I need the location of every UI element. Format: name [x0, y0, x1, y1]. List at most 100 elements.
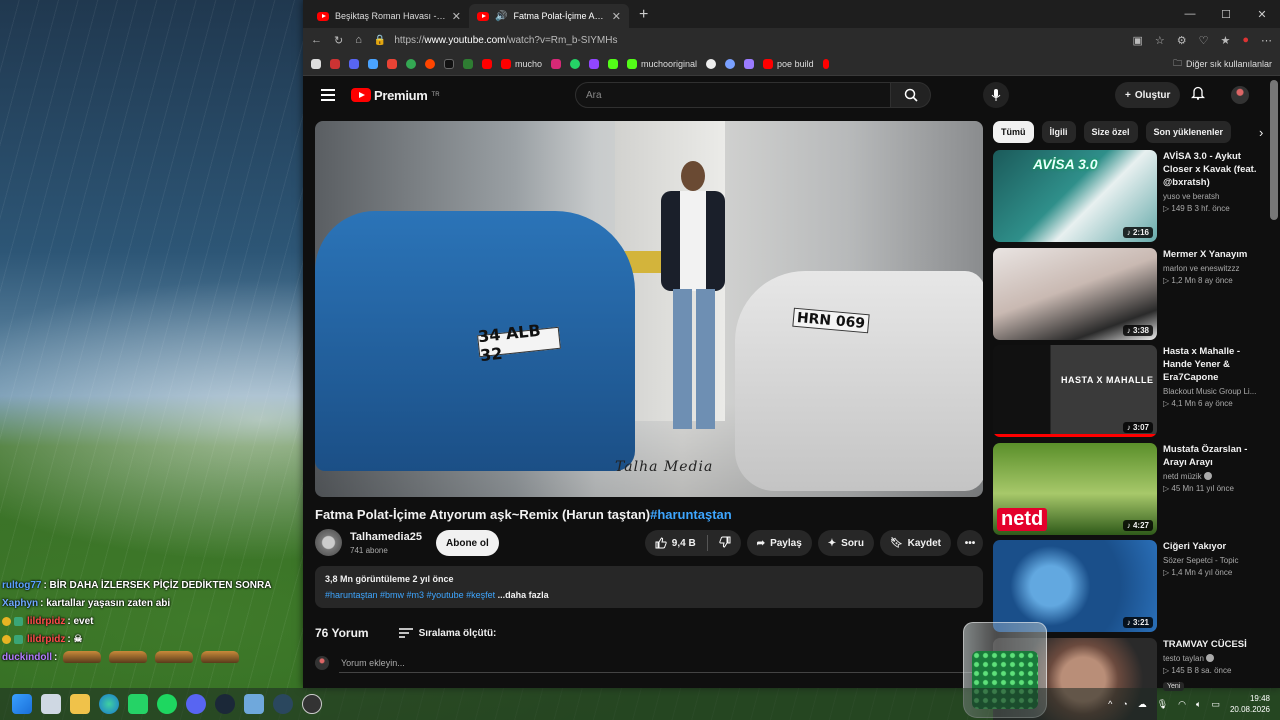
- whatsapp-icon[interactable]: [128, 694, 148, 714]
- clock[interactable]: 19:48 20.08.2026: [1230, 693, 1270, 715]
- like-button[interactable]: 9,4 B: [655, 537, 696, 549]
- split-view-icon[interactable]: ▣: [1132, 34, 1142, 47]
- video-thumbnail[interactable]: ♪ 3:21: [993, 540, 1157, 632]
- bookmark-icon[interactable]: [330, 58, 340, 69]
- new-tab-button[interactable]: +: [629, 6, 658, 28]
- chip-all[interactable]: Tümü: [993, 121, 1034, 143]
- steam-icon[interactable]: [273, 694, 293, 714]
- chat-username[interactable]: Xaphyn: [2, 598, 38, 609]
- close-tab-icon[interactable]: ✕: [452, 10, 461, 23]
- related-channel-name[interactable]: testo taylan: [1163, 653, 1259, 663]
- speaker-icon[interactable]: 🔊: [495, 11, 507, 22]
- windows-start-icon[interactable]: [12, 694, 32, 714]
- twitch-icon[interactable]: [589, 58, 600, 69]
- reload-icon[interactable]: ↻: [334, 34, 343, 47]
- related-video-item[interactable]: ♪ 3:38 Mermer X Yanayım marlon ve eneswitz…: [993, 247, 1259, 346]
- favorite-star-icon[interactable]: ☆: [1155, 34, 1165, 47]
- related-video-title[interactable]: Hasta x Mahalle - Hande Yener & Era7Capo…: [1163, 345, 1259, 384]
- chip-recent[interactable]: Son yüklenenler: [1145, 121, 1232, 143]
- page-scrollbar[interactable]: [1270, 80, 1278, 220]
- bookmark-icon[interactable]: [706, 58, 717, 69]
- show-more-link[interactable]: ...daha fazla: [498, 590, 549, 600]
- bookmark-icon[interactable]: [368, 58, 378, 69]
- related-video-title[interactable]: Ciğeri Yakıyor: [1163, 540, 1259, 553]
- chevron-right-icon[interactable]: ›: [1259, 125, 1263, 140]
- chevron-up-icon[interactable]: ^: [1108, 699, 1112, 709]
- bookmark-icon[interactable]: [311, 58, 321, 69]
- bookmark-icon[interactable]: [744, 58, 755, 69]
- steam-icon[interactable]: [215, 694, 235, 714]
- bookmark-icon[interactable]: [463, 58, 473, 69]
- related-video-item[interactable]: AVİSA 3.0 ♪ 2:16 AVİSA 3.0 - Aykut Closer …: [993, 150, 1257, 248]
- voice-search-button[interactable]: [983, 82, 1009, 108]
- speaker-tray-icon[interactable]: 🔈︎: [1196, 699, 1201, 710]
- chat-username[interactable]: rultog77: [2, 580, 41, 591]
- favorites-icon[interactable]: ★: [1220, 34, 1230, 47]
- related-video-title[interactable]: TRAMVAY CÜCESİ: [1163, 638, 1259, 651]
- add-comment-input[interactable]: Yorum ekleyin...: [341, 658, 405, 668]
- extensions-icon[interactable]: ⚙: [1177, 34, 1187, 47]
- related-video-item[interactable]: netd ♪ 4:27 Mustafa Özarslan - Arayı Arayı…: [993, 442, 1259, 541]
- related-video-item[interactable]: HASTA X MAHALLE ♪ 3:07 Hasta x Mahalle - H…: [993, 345, 1257, 443]
- browser-essentials-icon[interactable]: ♡: [1199, 34, 1209, 47]
- related-channel-name[interactable]: yuso ve beratsh: [1163, 192, 1259, 201]
- notifications-bell-icon[interactable]: [1190, 85, 1206, 105]
- close-tab-icon[interactable]: ✕: [612, 10, 621, 23]
- menu-icon[interactable]: ⋯: [1261, 34, 1272, 47]
- related-channel-name[interactable]: netd müzik: [1163, 471, 1259, 481]
- save-button[interactable]: 🔖︎ Kaydet: [879, 530, 951, 556]
- x-icon[interactable]: [444, 58, 454, 69]
- profile-icon[interactable]: ●: [1242, 34, 1249, 46]
- network-app-icon[interactable]: [244, 694, 264, 714]
- share-button[interactable]: ➦ Paylaş: [746, 530, 812, 556]
- bookmark-icon[interactable]: [822, 58, 829, 69]
- menu-hamburger-icon[interactable]: [321, 86, 335, 104]
- chat-username[interactable]: lildrpidz: [27, 616, 65, 627]
- reddit-icon[interactable]: [425, 58, 435, 69]
- sort-comments-button[interactable]: Sıralama ölçütü:: [398, 628, 496, 639]
- whatsapp-icon[interactable]: [570, 58, 581, 69]
- home-icon[interactable]: ⌂: [355, 34, 362, 46]
- obs-icon[interactable]: [302, 694, 322, 714]
- edge-icon[interactable]: [99, 694, 119, 714]
- description-box[interactable]: 3,8 Mn görüntüleme 2 yıl önce #haruntaşt…: [315, 566, 983, 608]
- chat-username[interactable]: duckindoll: [2, 652, 52, 663]
- minimize-button[interactable]: —: [1172, 0, 1208, 28]
- bookmark-poe-build[interactable]: poe build: [763, 58, 814, 69]
- network-icon[interactable]: ◔: [1122, 699, 1127, 709]
- related-video-title[interactable]: AVİSA 3.0 - Aykut Closer x Kavak (feat. …: [1163, 150, 1259, 189]
- account-avatar[interactable]: [1231, 86, 1249, 104]
- search-input[interactable]: Ara: [575, 82, 891, 108]
- bookmark-icon[interactable]: [725, 58, 736, 69]
- channel-name[interactable]: Talhamedia25: [350, 531, 422, 543]
- tab-besiktas[interactable]: Beşiktaş Roman Havası - YouTube ✕: [309, 4, 469, 28]
- title-hashtag-link[interactable]: #haruntaştan: [650, 507, 732, 522]
- battery-icon[interactable]: ▭: [1211, 699, 1220, 710]
- related-channel-name[interactable]: Blackout Music Group Li...: [1163, 387, 1259, 396]
- video-thumbnail[interactable]: AVİSA 3.0 ♪ 2:16: [993, 150, 1157, 242]
- youtube-premium-logo[interactable]: Premium TR: [351, 88, 440, 103]
- kick-icon[interactable]: [608, 58, 619, 69]
- video-thumbnail[interactable]: netd ♪ 4:27: [993, 442, 1157, 535]
- related-channel-name[interactable]: marlon ve eneswitzzz: [1163, 264, 1259, 273]
- maximize-button[interactable]: ☐: [1208, 0, 1244, 28]
- file-explorer-icon[interactable]: [70, 694, 90, 714]
- discord-icon[interactable]: [186, 694, 206, 714]
- gmail-icon[interactable]: [387, 58, 397, 69]
- channel-avatar[interactable]: [315, 529, 342, 556]
- back-icon[interactable]: ←: [311, 34, 322, 46]
- video-player[interactable]: 34 ALB 32 HRN 069 Talha Media: [315, 121, 983, 497]
- related-video-title[interactable]: Mermer X Yanayım: [1163, 248, 1259, 261]
- bookmark-muchooriginal[interactable]: muchooriginal: [627, 58, 697, 69]
- search-button[interactable]: [891, 82, 931, 108]
- subscribe-button[interactable]: Abone ol: [436, 530, 499, 556]
- spotify-icon[interactable]: [157, 694, 177, 714]
- ask-button[interactable]: ✦ Soru: [817, 530, 874, 556]
- create-button[interactable]: + Oluştur: [1115, 82, 1181, 108]
- taskview-icon[interactable]: [41, 694, 61, 714]
- chip-related[interactable]: İlgili: [1041, 121, 1076, 143]
- video-thumbnail[interactable]: ♪ 3:38: [993, 247, 1157, 340]
- related-video-title[interactable]: Mustafa Özarslan - Arayı Arayı: [1163, 443, 1259, 469]
- youtube-icon[interactable]: [482, 58, 492, 69]
- related-channel-name[interactable]: Sözer Sepetci - Topic: [1163, 556, 1259, 565]
